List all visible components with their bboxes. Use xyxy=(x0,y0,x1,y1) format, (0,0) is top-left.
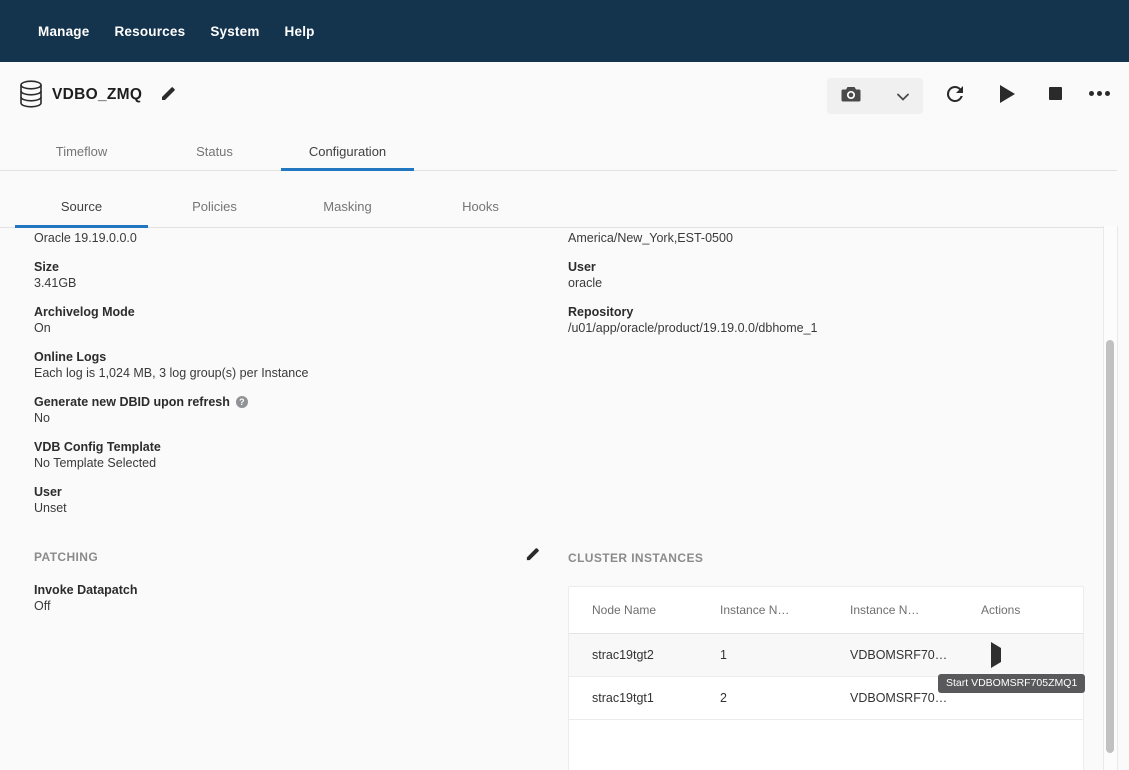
field-value: /u01/app/oracle/product/19.19.0.0/dbhome… xyxy=(568,320,1088,336)
field-value: Unset xyxy=(34,500,534,516)
cell-node-name: strac19tgt2 xyxy=(569,648,697,662)
cell-instance-number: 1 xyxy=(697,648,827,662)
start-instance-icon[interactable] xyxy=(991,642,1001,668)
subtab-masking[interactable]: Masking xyxy=(281,186,414,227)
cell-instance-name: VDBOMSRF70… xyxy=(827,691,958,705)
play-icon xyxy=(1000,85,1015,103)
field-label: User xyxy=(568,259,1088,275)
nav-item-resources[interactable]: Resources xyxy=(114,24,185,39)
snapshot-button[interactable] xyxy=(827,78,923,114)
field-label: Invoke Datapatch xyxy=(34,582,540,598)
page-title: VDBO_ZMQ xyxy=(52,86,142,104)
field-value: No xyxy=(34,410,534,426)
cluster-instances-section: CLUSTER INSTANCES Node Name Instance N… … xyxy=(568,549,1084,770)
edit-title-icon[interactable] xyxy=(160,86,176,107)
start-instance-tooltip: Start VDBOMSRF705ZMQ1 xyxy=(938,674,1085,693)
more-actions-button[interactable] xyxy=(1086,88,1112,98)
start-vdb-button[interactable] xyxy=(998,84,1016,104)
field-vdb-config-template: VDB Config Template No Template Selected xyxy=(34,439,534,471)
nav-item-help[interactable]: Help xyxy=(285,24,315,39)
edit-patching-icon[interactable] xyxy=(525,547,540,567)
cell-node-name: strac19tgt1 xyxy=(569,691,697,705)
subtab-policies[interactable]: Policies xyxy=(148,186,281,227)
subtab-source[interactable]: Source xyxy=(15,186,148,227)
field-label: Archivelog Mode xyxy=(34,304,534,320)
cell-instance-number: 2 xyxy=(697,691,827,705)
field-value-timezone: America/New_York,EST-0500 xyxy=(568,230,1088,246)
field-generate-dbid: Generate new DBID upon refresh ? No xyxy=(34,394,534,426)
field-label: Size xyxy=(34,259,534,275)
database-icon xyxy=(19,80,43,113)
tab-status[interactable]: Status xyxy=(148,133,281,170)
tab-configuration[interactable]: Configuration xyxy=(281,133,414,170)
field-label: Generate new DBID upon refresh ? xyxy=(34,394,534,410)
field-label: User xyxy=(34,484,534,500)
field-value: On xyxy=(34,320,534,336)
field-label: Repository xyxy=(568,304,1088,320)
column-header-instance-number: Instance N… xyxy=(697,603,827,617)
main-tabbar: Timeflow Status Configuration xyxy=(0,133,1117,171)
column-header-instance-name: Instance N… xyxy=(827,603,958,617)
field-value: Off xyxy=(34,598,540,614)
help-icon[interactable]: ? xyxy=(236,396,248,408)
field-invoke-datapatch: Invoke Datapatch Off xyxy=(34,582,540,614)
chevron-down-icon xyxy=(897,89,909,104)
refresh-icon xyxy=(943,82,967,109)
column-header-actions: Actions xyxy=(958,603,1083,617)
camera-icon xyxy=(841,86,861,106)
patching-section-title: PATCHING xyxy=(34,550,98,564)
scrollbar-track[interactable] xyxy=(1103,226,1118,770)
field-online-logs: Online Logs Each log is 1,024 MB, 3 log … xyxy=(34,349,534,381)
configuration-subtabbar: Source Policies Masking Hooks xyxy=(0,171,1117,228)
field-value: No Template Selected xyxy=(34,455,534,471)
stop-icon xyxy=(1049,87,1062,100)
nav-item-manage[interactable]: Manage xyxy=(38,24,89,39)
scrollbar-thumb[interactable] xyxy=(1106,340,1114,753)
tab-timeflow[interactable]: Timeflow xyxy=(15,133,148,170)
ellipsis-icon xyxy=(1089,91,1110,96)
cell-instance-name: VDBOMSRF70… xyxy=(827,648,958,662)
field-value: Each log is 1,024 MB, 3 log group(s) per… xyxy=(34,365,534,381)
field-size: Size 3.41GB xyxy=(34,259,534,291)
column-header-node-name: Node Name xyxy=(569,603,697,617)
subtab-hooks[interactable]: Hooks xyxy=(414,186,547,227)
refresh-button[interactable] xyxy=(942,82,968,108)
field-env-user: User oracle xyxy=(568,259,1088,291)
field-value: oracle xyxy=(568,275,1088,291)
table-row: strac19tgt2 1 VDBOMSRF70… xyxy=(569,634,1083,677)
field-archivelog-mode: Archivelog Mode On xyxy=(34,304,534,336)
cluster-instances-title: CLUSTER INSTANCES xyxy=(568,551,703,565)
table-header-row: Node Name Instance N… Instance N… Action… xyxy=(569,587,1083,634)
field-value-oracle-version: Oracle 19.19.0.0.0 xyxy=(34,230,534,246)
source-fields-left: Oracle 19.19.0.0.0 Size 3.41GB Archivelo… xyxy=(34,230,534,529)
field-label-text: Generate new DBID upon refresh xyxy=(34,394,230,410)
stop-vdb-button[interactable] xyxy=(1048,86,1062,100)
source-fields-right: America/New_York,EST-0500 User oracle Re… xyxy=(568,230,1088,349)
field-value: 3.41GB xyxy=(34,275,534,291)
field-repository: Repository /u01/app/oracle/product/19.19… xyxy=(568,304,1088,336)
field-label: VDB Config Template xyxy=(34,439,534,455)
app-window: Manage Resources System Help VDBO_ZMQ xyxy=(0,0,1129,770)
patching-section: PATCHING Invoke Datapatch Off xyxy=(34,549,540,627)
nav-item-system[interactable]: System xyxy=(210,24,259,39)
field-label: Online Logs xyxy=(34,349,534,365)
field-user: User Unset xyxy=(34,484,534,516)
top-navbar: Manage Resources System Help xyxy=(0,0,1129,62)
